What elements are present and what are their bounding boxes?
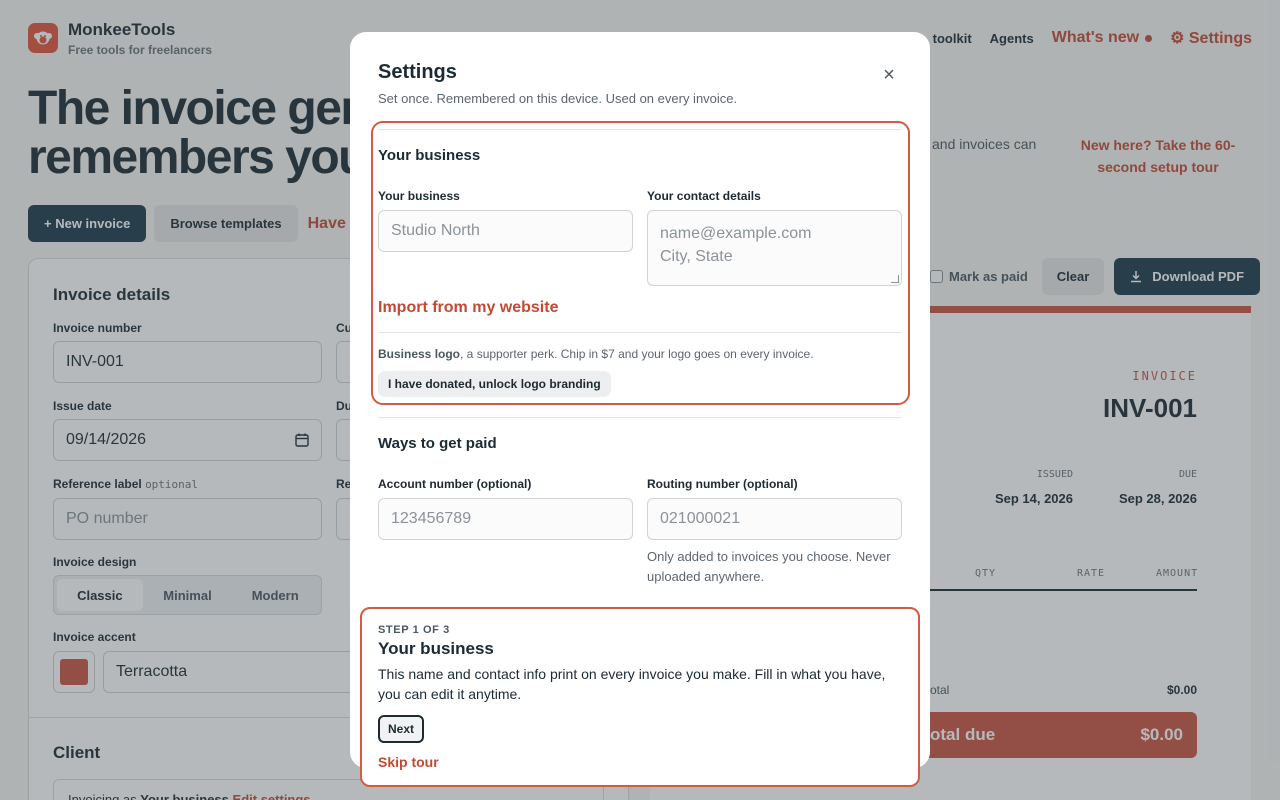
modal-title: Settings (378, 61, 457, 83)
close-icon[interactable]: × (878, 64, 900, 86)
tour-body: This name and contact info print on ever… (378, 666, 886, 702)
tour-title: Your business (378, 639, 494, 658)
modal-subtitle: Set once. Remembered on this device. Use… (378, 91, 738, 106)
account-number-input[interactable]: 123456789 (378, 498, 633, 540)
skip-tour-link[interactable]: Skip tour (378, 754, 439, 770)
routing-number-input[interactable]: 021000021 (647, 498, 902, 540)
payment-section: Ways to get paid (378, 435, 902, 452)
tour-spotlight-highlight (371, 121, 910, 405)
tour-next-button[interactable]: Next (378, 715, 425, 743)
routing-number-label: Routing number (optional) (647, 477, 798, 491)
payment-section-title: Ways to get paid (378, 435, 497, 452)
bank-helper-text: Only added to invoices you choose. Never… (647, 549, 891, 584)
account-number-label: Account number (optional) (378, 477, 532, 491)
tour-step-indicator: STEP 1 OF 3 (378, 624, 450, 636)
tour-popover: STEP 1 OF 3 Your business This name and … (360, 607, 920, 787)
section-divider (378, 417, 902, 418)
